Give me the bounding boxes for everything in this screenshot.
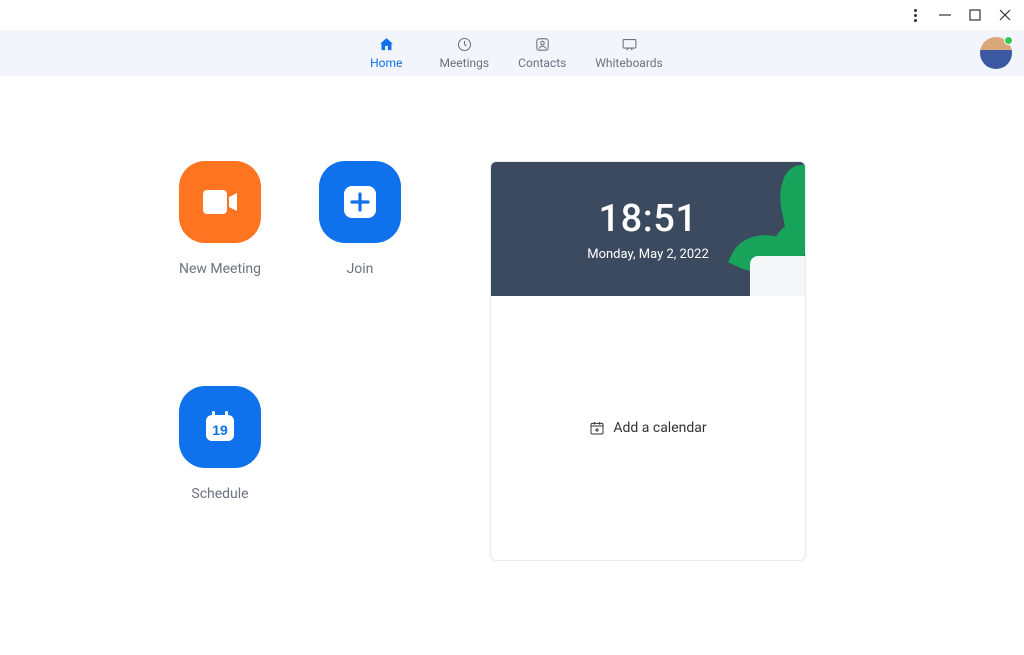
profile-avatar[interactable]: [980, 37, 1012, 69]
tab-home[interactable]: Home: [361, 36, 411, 70]
clock-date: Monday, May 2, 2022: [587, 247, 709, 262]
tab-label: Meetings: [439, 56, 489, 70]
tab-label: Contacts: [518, 56, 566, 70]
join-button[interactable]: [319, 161, 401, 243]
actions-grid: New Meeting Join 19 Schedu: [150, 161, 430, 561]
plant-decoration: [745, 176, 805, 296]
tabs: Home Meetings Contacts Whiteboards: [361, 36, 663, 70]
add-calendar-button[interactable]: Add a calendar: [589, 420, 706, 436]
contacts-icon: [534, 36, 551, 53]
tab-meetings[interactable]: Meetings: [439, 36, 489, 70]
calendar-card-body: Add a calendar: [491, 296, 805, 560]
action-new-meeting: New Meeting: [150, 161, 290, 336]
new-meeting-button[interactable]: [179, 161, 261, 243]
window-titlebar: [0, 0, 1024, 30]
more-menu-button[interactable]: [908, 8, 922, 22]
maximize-button[interactable]: [968, 8, 982, 22]
status-available-icon: [1004, 36, 1013, 45]
navbar: Home Meetings Contacts Whiteboards: [0, 30, 1024, 76]
add-calendar-label: Add a calendar: [613, 420, 706, 436]
action-join: Join: [290, 161, 430, 336]
calendar-plus-icon: [589, 420, 605, 436]
calendar-icon: 19: [200, 407, 240, 447]
svg-text:19: 19: [212, 422, 228, 438]
plus-icon: [342, 184, 378, 220]
action-label: Schedule: [191, 486, 248, 502]
close-button[interactable]: [998, 8, 1012, 22]
calendar-card: 18:51 Monday, May 2, 2022 Add a calendar: [490, 161, 806, 561]
home-icon: [378, 36, 395, 53]
video-icon: [201, 188, 239, 216]
main-content: New Meeting Join 19 Schedu: [0, 76, 1024, 561]
tab-label: Whiteboards: [595, 56, 663, 70]
whiteboard-icon: [621, 36, 638, 53]
action-label: Join: [347, 261, 374, 277]
tab-whiteboards[interactable]: Whiteboards: [595, 36, 663, 70]
calendar-card-header: 18:51 Monday, May 2, 2022: [491, 162, 805, 296]
tab-label: Home: [370, 56, 402, 70]
minimize-button[interactable]: [938, 8, 952, 22]
action-label: New Meeting: [179, 261, 261, 277]
clock-time: 18:51: [599, 197, 698, 241]
action-schedule: 19 Schedule: [150, 386, 290, 561]
clock-icon: [456, 36, 473, 53]
schedule-button[interactable]: 19: [179, 386, 261, 468]
tab-contacts[interactable]: Contacts: [517, 36, 567, 70]
